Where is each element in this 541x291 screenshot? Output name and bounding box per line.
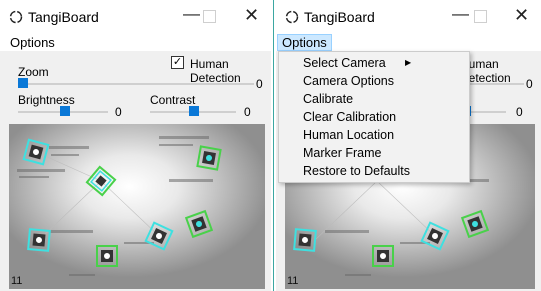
brightness-value: 0 bbox=[115, 105, 122, 119]
menu-item-clear-calibration[interactable]: Clear Calibration bbox=[303, 110, 396, 124]
title-bar[interactable]: TangiBoard — ✕ bbox=[0, 0, 271, 34]
menu-bar: Options bbox=[0, 34, 271, 51]
camera-image bbox=[9, 124, 265, 289]
contrast-label: Contrast bbox=[150, 93, 196, 107]
menu-item-select-camera[interactable]: Select Camera bbox=[303, 56, 386, 70]
close-button[interactable]: ✕ bbox=[514, 5, 529, 26]
brightness-slider-thumb[interactable] bbox=[60, 106, 70, 116]
options-dropdown-menu: Select Camera ▶ Camera Options Calibrate… bbox=[278, 51, 470, 183]
zoom-label: Zoom bbox=[18, 65, 49, 79]
menu-item-restore-defaults[interactable]: Restore to Defaults bbox=[303, 164, 410, 178]
window-right: TangiBoard — ✕ Options Zoom ✓ Human Dete… bbox=[276, 0, 541, 291]
options-menu[interactable]: Options bbox=[8, 35, 57, 50]
menu-item-calibrate[interactable]: Calibrate bbox=[303, 92, 353, 106]
window-title: TangiBoard bbox=[304, 9, 375, 25]
menu-item-camera-options[interactable]: Camera Options bbox=[303, 74, 394, 88]
camera-feed[interactable]: 11 bbox=[9, 124, 265, 289]
menu-bar: Options bbox=[276, 34, 541, 51]
human-detection-checkbox[interactable]: ✓ bbox=[171, 56, 184, 69]
close-button[interactable]: ✕ bbox=[244, 5, 259, 26]
brightness-label: Brightness bbox=[18, 93, 75, 107]
zoom-slider-track[interactable] bbox=[18, 83, 254, 85]
zoom-value: 0 bbox=[256, 77, 263, 91]
title-bar[interactable]: TangiBoard — ✕ bbox=[276, 0, 541, 34]
maximize-button[interactable] bbox=[203, 10, 216, 23]
menu-item-human-location[interactable]: Human Location bbox=[303, 128, 394, 142]
options-menu[interactable]: Options bbox=[277, 34, 332, 51]
menu-item-marker-frame[interactable]: Marker Frame bbox=[303, 146, 381, 160]
frame-count: 11 bbox=[11, 275, 23, 287]
app-refresh-icon bbox=[285, 10, 299, 24]
zoom-slider-thumb[interactable] bbox=[18, 78, 28, 88]
zoom-value: 0 bbox=[526, 77, 533, 91]
minimize-button[interactable]: — bbox=[183, 4, 200, 24]
frame-count: 11 bbox=[287, 275, 299, 287]
window-left: TangiBoard — ✕ Options Zoom ✓ Human Dete… bbox=[0, 0, 271, 291]
contrast-slider-thumb[interactable] bbox=[189, 106, 199, 116]
maximize-button[interactable] bbox=[474, 10, 487, 23]
app-refresh-icon bbox=[9, 10, 23, 24]
contrast-value: 0 bbox=[516, 105, 523, 119]
window-title: TangiBoard bbox=[28, 9, 99, 25]
submenu-arrow-icon: ▶ bbox=[405, 58, 412, 67]
contrast-value: 0 bbox=[244, 105, 251, 119]
minimize-button[interactable]: — bbox=[452, 4, 469, 24]
